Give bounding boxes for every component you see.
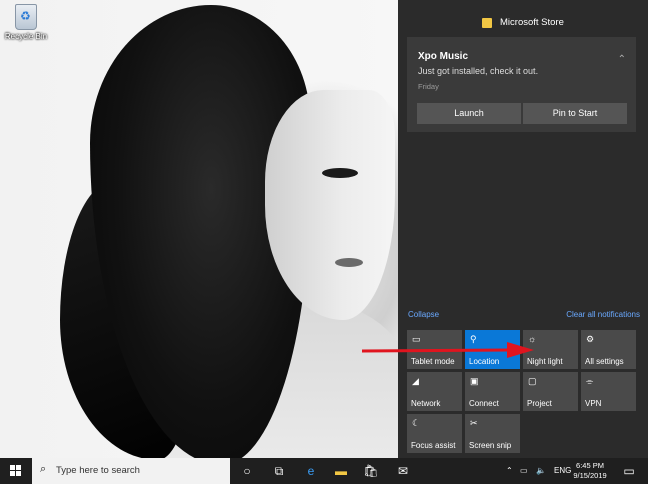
vpn-icon: ⌯	[586, 376, 594, 386]
project-icon: ▢	[528, 376, 537, 386]
notification-group-header[interactable]: Microsoft Store	[398, 15, 648, 33]
wallpaper-lips	[335, 258, 363, 267]
edge-browser-icon[interactable]: e	[296, 458, 326, 484]
tile-label: Connect	[469, 399, 499, 408]
launch-button[interactable]: Launch	[417, 103, 521, 124]
desktop-wallpaper: Recycle Bin	[0, 0, 398, 458]
tile-label: Project	[527, 399, 552, 408]
quick-actions-links: Collapse Clear all notifications	[408, 310, 640, 322]
cortana-icon[interactable]: ○	[232, 458, 262, 484]
notification-title: Xpo Music	[418, 51, 469, 62]
action-center-icon[interactable]: ▭	[614, 458, 644, 484]
tile-connect[interactable]: ▣ Connect	[465, 372, 520, 411]
microsoft-store-icon	[482, 18, 492, 28]
tile-screen-snip[interactable]: ✂ Screen snip	[465, 414, 520, 453]
recycle-bin-icon	[15, 4, 37, 30]
clock-time: 6:45 PM	[576, 461, 604, 470]
search-placeholder: Type here to search	[56, 465, 140, 476]
search-icon: ⌕	[40, 463, 47, 475]
moon-icon: ☾	[412, 418, 421, 428]
taskbar: ⌕ Type here to search ○ ⧉ e ▬ 🛍 ✉ ⌃ ▭ 🔈 …	[0, 458, 648, 484]
start-button[interactable]	[0, 458, 32, 484]
gear-icon: ⚙	[586, 334, 595, 344]
red-arrow-annotation	[362, 342, 534, 358]
tile-label: Screen snip	[469, 441, 512, 450]
notification-time: Friday	[418, 82, 439, 91]
tile-label: Focus assist	[411, 441, 456, 450]
windows-logo-icon	[10, 465, 22, 477]
taskbar-search-box[interactable]: ⌕ Type here to search	[32, 458, 230, 484]
tile-project[interactable]: ▢ Project	[523, 372, 578, 411]
notification-text: Just got installed, check it out.	[418, 66, 539, 76]
chevron-up-icon[interactable]: ⌃	[618, 54, 626, 65]
task-view-icon[interactable]: ⧉	[264, 458, 294, 484]
wallpaper-eye	[322, 168, 358, 178]
volume-icon[interactable]: 🔈	[536, 458, 546, 484]
show-hidden-icons-icon[interactable]: ⌃	[506, 458, 513, 484]
screen-snip-icon: ✂	[470, 418, 478, 428]
connect-icon: ▣	[470, 376, 479, 386]
tile-network[interactable]: ◢ Network	[407, 372, 462, 411]
recycle-bin[interactable]: Recycle Bin	[4, 4, 48, 41]
network-tray-icon[interactable]: ▭	[520, 458, 528, 484]
action-center: Microsoft Store Xpo Music Just got insta…	[398, 0, 648, 458]
tile-focus-assist[interactable]: ☾ Focus assist	[407, 414, 462, 453]
notification-group-title: Microsoft Store	[500, 17, 564, 28]
clock[interactable]: 6:45 PM 9/15/2019	[572, 461, 608, 481]
tile-label: Network	[411, 399, 441, 408]
tile-label: All settings	[585, 357, 624, 366]
collapse-link[interactable]: Collapse	[408, 310, 439, 319]
network-icon: ◢	[412, 376, 419, 386]
tile-vpn[interactable]: ⌯ VPN	[581, 372, 636, 411]
recycle-bin-label: Recycle Bin	[4, 32, 48, 41]
tile-label: VPN	[585, 399, 602, 408]
language-indicator[interactable]: ENG	[554, 458, 571, 484]
file-explorer-icon[interactable]: ▬	[326, 458, 356, 484]
tile-all-settings[interactable]: ⚙ All settings	[581, 330, 636, 369]
microsoft-store-taskbar-icon[interactable]: 🛍	[356, 458, 386, 484]
notification-card[interactable]: Xpo Music Just got installed, check it o…	[407, 37, 636, 132]
clock-date: 9/15/2019	[573, 471, 607, 480]
pin-to-start-button[interactable]: Pin to Start	[523, 103, 627, 124]
mail-icon[interactable]: ✉	[388, 458, 418, 484]
clear-all-notifications-link[interactable]: Clear all notifications	[566, 310, 640, 319]
